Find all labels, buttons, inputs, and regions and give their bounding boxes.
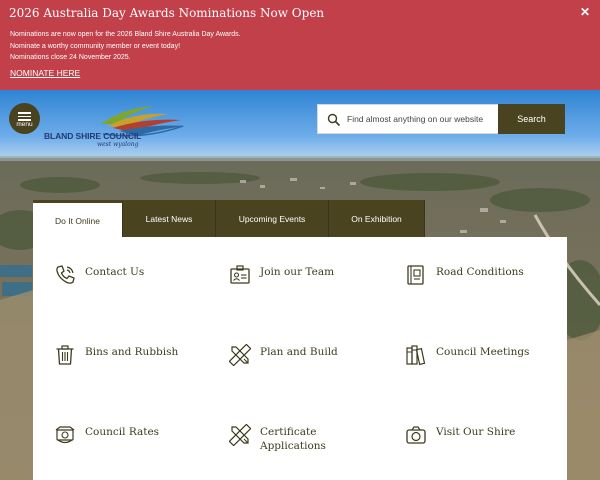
council-name: BLAND SHIRE COUNCIL (44, 131, 142, 141)
quick-link-certificate-applications[interactable]: Certificate Applications (229, 424, 389, 456)
quick-link-label: Contact Us (85, 266, 145, 278)
rates-icon (55, 426, 75, 444)
quick-link-label: Certificate Applications (260, 426, 326, 452)
announcement-body: Nominations are now open for the 2026 Bl… (10, 29, 241, 64)
quick-link-contact-us[interactable]: Contact Us (54, 264, 214, 294)
quick-link-label: Visit Our Shire (436, 426, 516, 438)
hamburger-icon (18, 112, 31, 114)
road-sign-icon (407, 265, 424, 285)
bin-icon (56, 345, 74, 365)
search-icon (327, 113, 341, 127)
quick-link-label: Bins and Rubbish (85, 346, 179, 358)
tab-upcoming-events[interactable]: Upcoming Events (216, 200, 329, 238)
hamburger-icon (18, 115, 31, 117)
announcement-line: Nominations close 24 November 2025. (10, 54, 131, 61)
site-search: Search (317, 104, 565, 134)
quick-link-label: Plan and Build (260, 346, 338, 358)
books-icon (406, 345, 426, 366)
quick-link-council-rates[interactable]: Council Rates (54, 424, 214, 454)
pencil-ruler-icon (229, 344, 251, 366)
quick-link-council-meetings[interactable]: Council Meetings (405, 344, 565, 374)
tab-latest-news[interactable]: Latest News (123, 200, 216, 238)
camera-icon (406, 426, 426, 444)
quick-links-panel: Contact Us Join our Team Road Conditions (33, 237, 567, 480)
nominate-link[interactable]: NOMINATE HERE (10, 68, 80, 78)
quick-link-label: Join our Team (260, 266, 335, 278)
quick-link-visit-our-shire[interactable]: Visit Our Shire (405, 424, 565, 454)
quick-link-label: Council Rates (85, 426, 160, 438)
pencil-ruler-icon (229, 424, 251, 446)
close-icon[interactable]: ✕ (580, 5, 590, 19)
quick-link-road-conditions[interactable]: Road Conditions (405, 264, 565, 294)
quick-link-label: Council Meetings (436, 346, 530, 358)
quick-link-bins-and-rubbish[interactable]: Bins and Rubbish (54, 344, 214, 374)
tab-on-exhibition[interactable]: On Exhibition (329, 200, 425, 238)
search-button[interactable]: Search (498, 104, 565, 134)
announcement-banner: 2026 Australia Day Awards Nominations No… (0, 0, 600, 90)
quick-link-label: Road Conditions (436, 266, 524, 278)
quick-link-join-our-team[interactable]: Join our Team (229, 264, 389, 294)
announcement-line: Nominations are now open for the 2026 Bl… (10, 31, 241, 38)
menu-label: menu (16, 121, 33, 128)
quick-link-plan-and-build[interactable]: Plan and Build (229, 344, 389, 374)
council-tagline: west wyalong (97, 141, 139, 148)
search-input[interactable] (346, 105, 498, 133)
tab-do-it-online[interactable]: Do It Online (33, 200, 123, 238)
id-card-icon (230, 265, 250, 284)
menu-button[interactable]: menu (9, 103, 40, 134)
announcement-line: Nominate a worthy community member or ev… (10, 42, 181, 50)
announcement-title: 2026 Australia Day Awards Nominations No… (9, 6, 325, 20)
phone-icon (56, 265, 75, 284)
